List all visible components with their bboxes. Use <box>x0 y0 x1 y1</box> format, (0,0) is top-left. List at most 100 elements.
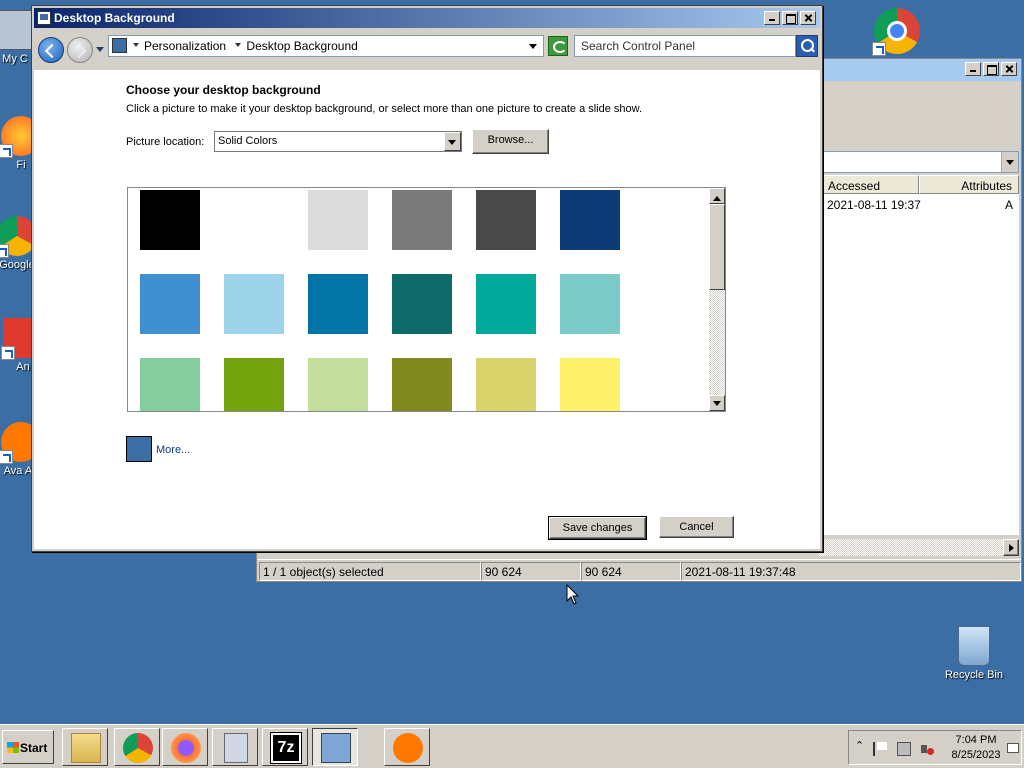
column-header-attributes[interactable]: Attributes <box>919 175 1019 194</box>
color-swatch[interactable] <box>392 274 452 334</box>
status-bar: 1 / 1 object(s) selected 90 624 90 624 2… <box>257 559 1021 581</box>
color-swatch[interactable] <box>308 274 368 334</box>
horizontal-scrollbar[interactable] <box>819 539 1019 556</box>
chrome-icon <box>872 8 920 56</box>
status-modified: 2021-08-11 19:37:48 <box>681 562 1021 581</box>
address-bar-area: Personalization Desktop Background Searc… <box>34 30 820 70</box>
scroll-down-button[interactable] <box>709 395 725 411</box>
forward-button[interactable] <box>67 37 93 63</box>
taskbar-calculator[interactable] <box>212 728 258 766</box>
color-swatch[interactable] <box>560 358 620 411</box>
color-swatch[interactable] <box>308 358 368 411</box>
firefox-icon <box>171 733 201 763</box>
recycle-bin-icon <box>958 626 990 666</box>
color-gallery[interactable] <box>127 187 726 412</box>
start-button[interactable]: Start <box>2 730 54 764</box>
system-tray: ⌃ 7:04 PM 8/25/2023 <box>848 730 1022 765</box>
calculator-icon <box>224 733 248 763</box>
minimize-button[interactable] <box>965 62 981 76</box>
color-swatch[interactable] <box>140 190 200 250</box>
status-size: 90 624 <box>481 562 581 581</box>
taskbar-control-panel[interactable] <box>312 728 358 766</box>
color-swatch[interactable] <box>560 190 620 250</box>
minimize-button[interactable] <box>764 11 780 25</box>
shortcut-arrow-icon <box>0 450 13 464</box>
color-swatch[interactable] <box>476 274 536 334</box>
chrome-icon <box>123 733 153 763</box>
refresh-button[interactable] <box>548 36 568 56</box>
color-swatch[interactable] <box>392 358 452 411</box>
color-swatch[interactable] <box>560 274 620 334</box>
show-hidden-icons-icon[interactable]: ⌃ <box>855 739 869 753</box>
maximize-button[interactable] <box>983 62 999 76</box>
save-changes-button[interactable]: Save changes <box>548 516 647 540</box>
color-swatch[interactable] <box>224 274 284 334</box>
more-color-swatch[interactable] <box>126 436 152 462</box>
status-packed-size: 90 624 <box>581 562 681 581</box>
color-swatch[interactable] <box>140 358 200 411</box>
path-dropdown[interactable] <box>817 151 1019 173</box>
cell-accessed: 2021-08-11 19:37 <box>827 198 921 212</box>
picture-location-select[interactable]: Solid Colors <box>214 131 462 152</box>
maximize-button[interactable] <box>782 11 798 25</box>
content-area: Choose your desktop background Click a p… <box>34 70 820 549</box>
volume-muted-icon[interactable] <box>921 742 935 756</box>
color-swatch[interactable] <box>476 190 536 250</box>
chevron-down-icon[interactable] <box>133 42 139 50</box>
scroll-thumb[interactable] <box>709 204 725 290</box>
scroll-right-button[interactable] <box>1003 539 1019 556</box>
taskbar-avast[interactable] <box>384 728 430 766</box>
color-swatch[interactable] <box>140 274 200 334</box>
window-titlebar[interactable]: Desktop Background <box>34 8 820 28</box>
action-center-flag-icon[interactable] <box>873 742 887 756</box>
control-panel-icon <box>37 11 51 25</box>
page-title: Choose your desktop background <box>126 83 321 97</box>
scroll-up-button[interactable] <box>709 188 725 204</box>
address-dropdown-icon[interactable] <box>529 44 537 53</box>
taskbar-file-manager[interactable] <box>62 728 108 766</box>
computer-icon <box>0 10 35 50</box>
desktop-icon-chrome-top[interactable] <box>862 8 932 57</box>
chevron-down-icon[interactable] <box>444 132 461 151</box>
control-panel-icon <box>112 38 127 53</box>
shortcut-arrow-icon <box>0 244 9 258</box>
window-title: Desktop Background <box>54 11 175 25</box>
desktop-icon-recycle-bin[interactable]: Recycle Bin <box>939 626 1009 682</box>
browse-button[interactable]: Browse... <box>472 129 549 154</box>
color-swatch[interactable] <box>224 190 284 250</box>
vertical-scrollbar[interactable] <box>709 188 725 411</box>
picture-location-label: Picture location: <box>126 136 205 148</box>
back-button[interactable] <box>38 37 64 63</box>
breadcrumb-desktop-background[interactable]: Desktop Background <box>246 39 357 53</box>
mouse-cursor-icon <box>566 584 580 605</box>
shortcut-arrow-icon <box>1 346 15 360</box>
color-swatch[interactable] <box>392 190 452 250</box>
clock-date: 8/25/2023 <box>951 749 1001 761</box>
taskbar-7zip[interactable]: 7z <box>262 728 308 766</box>
recent-pages-chevron-icon[interactable] <box>96 47 104 56</box>
show-desktop-icon[interactable] <box>1007 743 1019 753</box>
search-input[interactable]: Search Control Panel <box>574 35 796 57</box>
color-swatch[interactable] <box>308 190 368 250</box>
more-colors-link[interactable]: More... <box>156 444 190 456</box>
address-bar[interactable]: Personalization Desktop Background <box>108 35 544 57</box>
search-icon[interactable] <box>796 35 818 57</box>
desktop-background-window: Desktop Background Personalization Deskt… <box>31 5 823 552</box>
color-swatch[interactable] <box>476 358 536 411</box>
status-selection: 1 / 1 object(s) selected <box>259 562 481 581</box>
file-list[interactable]: Accessed Attributes 2021-08-11 19:37 A <box>819 175 1019 535</box>
color-swatch[interactable] <box>224 358 284 411</box>
close-button[interactable] <box>1001 62 1017 76</box>
avast-icon <box>393 733 423 763</box>
clock[interactable]: 7:04 PM 8/25/2023 <box>951 733 1001 763</box>
taskbar-chrome[interactable] <box>114 728 160 766</box>
cancel-button[interactable]: Cancel <box>659 516 734 538</box>
chevron-down-icon[interactable] <box>235 42 242 50</box>
taskbar: Start 7z ⌃ 7:04 PM 8/25/2023 <box>0 724 1024 768</box>
close-button[interactable] <box>800 11 816 25</box>
taskbar-firefox[interactable] <box>162 728 208 766</box>
breadcrumb-personalization[interactable]: Personalization <box>144 39 226 53</box>
network-icon[interactable] <box>897 742 911 756</box>
chevron-down-icon[interactable] <box>1001 152 1018 172</box>
column-header-accessed[interactable]: Accessed <box>821 175 919 194</box>
